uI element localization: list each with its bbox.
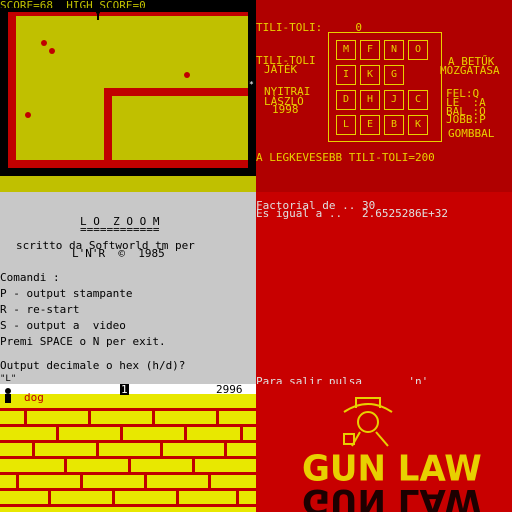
puzzle-tile[interactable]: E xyxy=(360,115,380,135)
lozoom-underline: ============ xyxy=(80,223,160,236)
year: 1998 xyxy=(272,103,299,116)
puzzle-tile[interactable]: M xyxy=(336,40,356,60)
output-prompt: Output decimale o hex (h/d)? xyxy=(0,359,186,372)
puzzle-tile[interactable]: D xyxy=(336,90,356,110)
command-print: P - output stampante xyxy=(0,287,133,300)
puzzle-tile[interactable]: B xyxy=(384,115,404,135)
lozoom-panel: L O Z O O M ============ scritto da Soft… xyxy=(0,192,256,384)
maze-game-panel: SCORE=68 HIGH SCORE=0 * xyxy=(0,0,256,192)
puzzle-tile[interactable]: N xyxy=(384,40,404,60)
maze-right-wall-top xyxy=(248,8,256,80)
puzzle-tile[interactable]: K xyxy=(360,65,380,85)
exit-marker: * xyxy=(249,80,254,89)
commands-title: Comandi : xyxy=(0,271,60,284)
input-echo: "L" xyxy=(0,374,17,384)
puzzle-tile[interactable]: O xyxy=(408,40,428,60)
puzzle-tile[interactable]: C xyxy=(408,90,428,110)
maze-board: * xyxy=(0,8,256,192)
credits-line2: L'N'R © 1985 xyxy=(72,247,165,260)
puzzle-tile[interactable]: I xyxy=(336,65,356,85)
instructions-line2: MOZGATÁSA xyxy=(440,64,500,77)
puzzle-empty-slot[interactable] xyxy=(408,65,428,85)
exit-prompt: Para salir pulsa 'n' xyxy=(256,375,429,384)
puzzle-tile[interactable]: J xyxy=(384,90,404,110)
maze-path-lower xyxy=(112,96,248,160)
command-video: S - output a video xyxy=(0,319,126,332)
factorial-result-line: Es igual a .. 2.6525286E+32 xyxy=(256,207,449,220)
control-right: JOBB:P xyxy=(446,113,486,126)
command-restart: R - re-start xyxy=(0,303,80,316)
puzzle-tile[interactable]: G xyxy=(384,65,404,85)
puzzle-tile[interactable]: L xyxy=(336,115,356,135)
brick-rows xyxy=(0,408,256,507)
exit-hint: Premi SPACE o N per exit. xyxy=(0,335,166,348)
best-score: A LEGKEVESEBB TILI-TOLI=200 xyxy=(256,151,435,164)
title-reflection: GUN LAW xyxy=(302,481,482,512)
tilitoli-panel: TILI-TOLI: 0 TILI-TOLI JÁTÉK NYITRAI LÁS… xyxy=(256,0,512,192)
puzzle-frame: M F N O I K G D H J C L E B K xyxy=(328,32,442,142)
gunlaw-panel: GUN LAW GUN LAW xyxy=(256,384,512,512)
maze-bottom-strip xyxy=(0,176,256,192)
instructions-line3: GOMBBAL xyxy=(448,127,495,140)
maze-right-wall-bottom xyxy=(248,96,256,176)
factorial-panel: Factorial de .. 30 Es igual a .. 2.65252… xyxy=(256,192,512,384)
dog-game-panel: 1 2996 dog xyxy=(0,384,256,512)
level-map xyxy=(0,388,256,507)
puzzle-tile[interactable]: F xyxy=(360,40,380,60)
puzzle-tile[interactable]: H xyxy=(360,90,380,110)
maze-bottom-wall xyxy=(0,168,256,176)
man-icon xyxy=(5,388,11,403)
tilitoli-title2: JÁTÉK xyxy=(264,63,298,76)
puzzle-tile[interactable]: K xyxy=(408,115,428,135)
screen-collage: SCORE=68 HIGH SCORE=0 * TILI-TOLI: 0 TIL… xyxy=(0,0,512,512)
